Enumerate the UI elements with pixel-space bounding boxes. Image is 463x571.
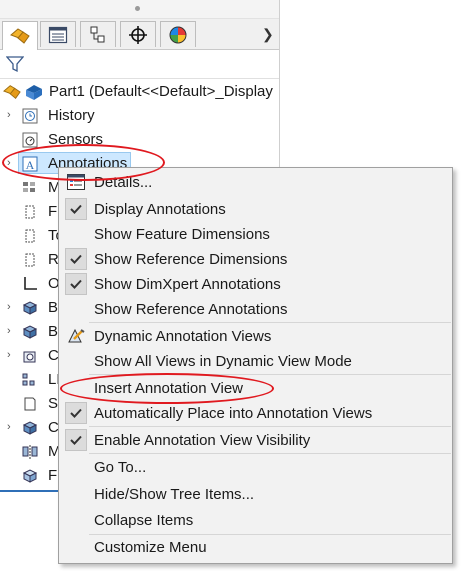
body-icon	[22, 301, 38, 315]
property-manager-icon	[48, 26, 68, 43]
menu-item-collapse-items[interactable]: Collapse Items	[59, 508, 452, 532]
tab-configuration-manager[interactable]	[80, 21, 116, 47]
menu-item-label: Show DimXpert Annotations	[94, 276, 281, 293]
menu-item-enable-annotation-view-visibility[interactable]: Enable Annotation View Visibility	[59, 428, 452, 452]
menu-item-label: Details...	[94, 174, 153, 191]
cut-icon	[22, 421, 38, 435]
chevron-right-icon[interactable]: ❯	[262, 26, 274, 43]
menu-separator	[89, 426, 451, 427]
sketch-icon	[24, 397, 36, 411]
menu-item-display-annotations[interactable]: Display Annotations	[59, 197, 452, 221]
checkmark-icon	[65, 273, 87, 295]
panel-bottom-edge	[0, 490, 60, 492]
tree-item-label: B	[48, 299, 59, 316]
expand-arrow-icon[interactable]: ›	[7, 301, 11, 313]
checkmark-icon	[65, 402, 87, 424]
splitter-grip-icon[interactable]	[135, 6, 140, 11]
filter-bar	[0, 50, 280, 79]
menu-item-show-all-views-dynamic-mode[interactable]: Show All Views in Dynamic View Mode	[59, 349, 452, 373]
menu-separator	[89, 453, 451, 454]
menu-item-show-reference-annotations[interactable]: Show Reference Annotations	[59, 297, 452, 321]
details-icon	[67, 174, 85, 190]
annotations-icon: A	[22, 156, 38, 172]
menu-item-label: Enable Annotation View Visibility	[94, 432, 311, 449]
material-icon	[23, 182, 35, 192]
dimxpert-manager-icon	[129, 25, 147, 44]
annotations-context-menu: Details... Display Annotations Show Feat…	[58, 167, 453, 564]
menu-item-show-feature-dimensions[interactable]: Show Feature Dimensions	[59, 222, 452, 246]
menu-item-label: Insert Annotation View	[94, 380, 243, 397]
tree-item-label: B	[48, 323, 59, 340]
checkmark-icon	[65, 248, 87, 270]
menu-item-show-reference-dimensions[interactable]: Show Reference Dimensions	[59, 247, 452, 271]
sensors-icon	[22, 132, 38, 148]
menu-item-label: Show Feature Dimensions	[94, 226, 270, 243]
menu-item-label: Go To...	[94, 459, 147, 476]
menu-item-auto-place-annotation-views[interactable]: Automatically Place into Annotation View…	[59, 401, 452, 425]
expand-arrow-icon[interactable]: ›	[7, 349, 11, 361]
plane-icon	[25, 229, 35, 243]
feature-manager-icon	[10, 28, 30, 44]
manager-tab-bar: ❯	[0, 19, 280, 50]
menu-item-customize-menu[interactable]: Customize Menu	[59, 535, 452, 559]
cut-icon	[23, 351, 36, 363]
tab-dimxpert-manager[interactable]	[120, 21, 156, 47]
plane-icon	[25, 253, 35, 267]
menu-item-details[interactable]: Details...	[59, 170, 452, 194]
menu-item-label: Customize Menu	[94, 539, 207, 556]
tab-display-manager[interactable]	[160, 21, 196, 47]
menu-item-label: Hide/Show Tree Items...	[94, 486, 255, 503]
tree-item-history[interactable]: › History	[0, 104, 280, 128]
panel-splitter[interactable]	[0, 0, 280, 19]
tree-item-sensors[interactable]: Sensors	[0, 128, 280, 152]
display-manager-icon	[169, 26, 187, 43]
menu-item-hide-show-tree-items[interactable]: Hide/Show Tree Items...	[59, 482, 452, 506]
menu-separator	[89, 322, 451, 323]
plane-icon	[25, 205, 35, 219]
menu-item-dynamic-annotation-views[interactable]: Dynamic Annotation Views	[59, 324, 452, 348]
expand-arrow-icon[interactable]: ›	[7, 421, 11, 433]
body-icon	[22, 325, 38, 339]
origin-icon	[24, 277, 37, 290]
checkmark-icon	[65, 429, 87, 451]
fillet-icon	[22, 469, 38, 483]
feature-manager-icon	[3, 85, 21, 99]
part-icon	[26, 85, 42, 100]
tree-item-label: Sensors	[48, 131, 104, 148]
checkmark-icon	[65, 198, 87, 220]
tree-root-part[interactable]: Part1 (Default<<Default>_Display	[0, 80, 280, 104]
menu-item-label: Show Reference Annotations	[94, 301, 288, 318]
expand-arrow-icon[interactable]: ›	[7, 325, 11, 337]
tree-root-label: Part1 (Default<<Default>_Display	[49, 83, 273, 100]
svg-text:A: A	[26, 158, 35, 172]
tab-property-manager[interactable]	[40, 21, 76, 47]
menu-item-label: Show All Views in Dynamic View Mode	[94, 353, 352, 370]
tree-item-label: History	[48, 107, 95, 124]
menu-item-label: Show Reference Dimensions	[94, 251, 288, 268]
mirror-icon	[22, 445, 38, 459]
linear-pattern-icon	[22, 373, 35, 386]
history-icon	[22, 108, 38, 124]
menu-item-insert-annotation-view[interactable]: Insert Annotation View	[59, 376, 452, 400]
menu-item-label: Collapse Items	[94, 512, 194, 529]
expand-arrow-icon[interactable]: ›	[7, 157, 11, 169]
menu-item-label: Automatically Place into Annotation View…	[94, 405, 373, 422]
configuration-manager-icon	[90, 26, 105, 42]
menu-item-label: Dynamic Annotation Views	[94, 328, 272, 345]
menu-separator	[89, 374, 451, 375]
expand-arrow-icon[interactable]: ›	[7, 109, 11, 121]
menu-item-show-dimxpert-annotations[interactable]: Show DimXpert Annotations	[59, 272, 452, 296]
filter-icon[interactable]	[6, 56, 24, 73]
menu-item-label: Display Annotations	[94, 201, 226, 218]
dynamic-annotation-icon	[68, 328, 85, 343]
menu-item-go-to[interactable]: Go To...	[59, 455, 452, 479]
tab-feature-manager[interactable]	[2, 21, 38, 50]
